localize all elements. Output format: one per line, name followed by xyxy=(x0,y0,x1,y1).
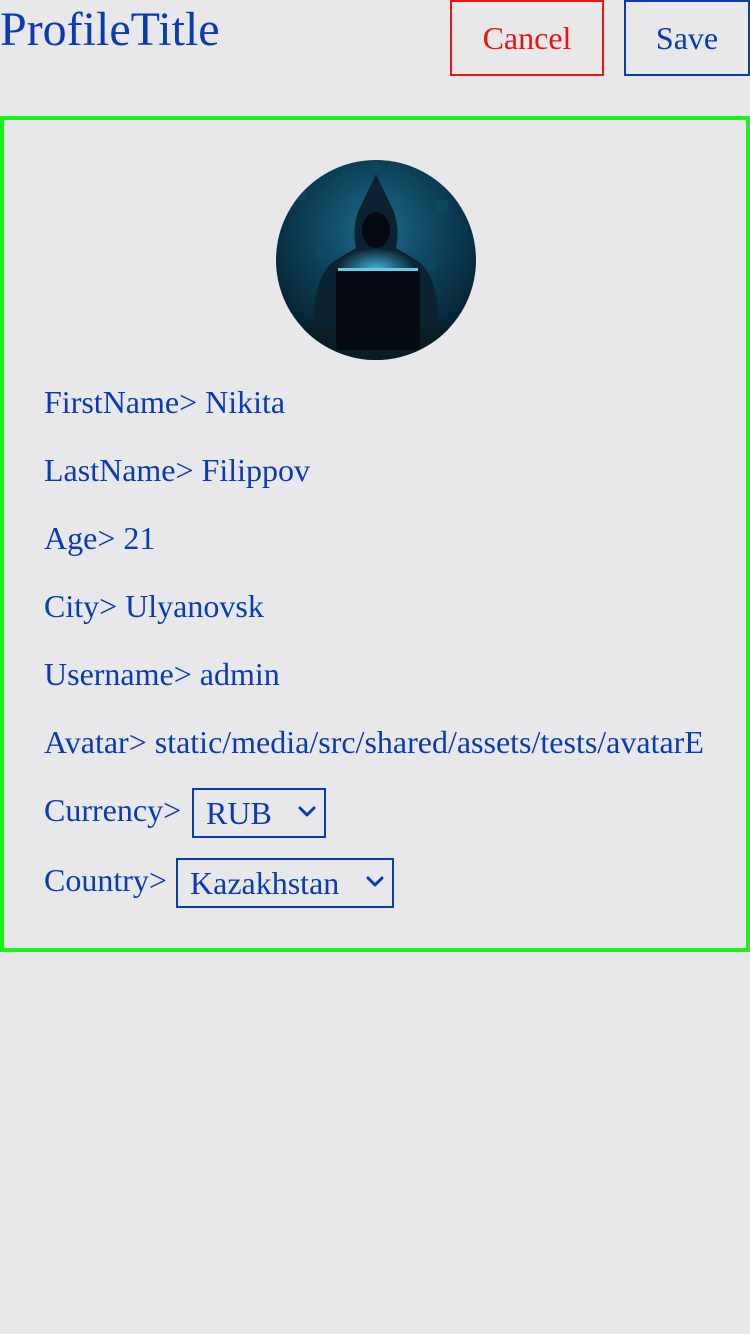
country-selected-value: Kazakhstan xyxy=(190,864,340,901)
currency-selected-value: RUB xyxy=(206,794,272,831)
username-row: Username> admin xyxy=(44,654,280,694)
city-label: City> xyxy=(44,588,118,624)
age-row: Age> 21 xyxy=(44,518,155,558)
chevron-down-icon xyxy=(298,806,316,817)
currency-select[interactable]: RUB xyxy=(192,788,326,838)
country-label: Country> xyxy=(44,862,167,898)
username-field[interactable]: admin xyxy=(200,656,280,692)
country-select[interactable]: Kazakhstan xyxy=(176,858,394,908)
last-name-label: LastName> xyxy=(44,452,194,488)
first-name-label: FirstName> xyxy=(44,384,198,420)
chevron-down-icon xyxy=(366,876,384,887)
save-button[interactable]: Save xyxy=(624,0,750,76)
city-field[interactable]: Ulyanovsk xyxy=(125,588,264,624)
currency-label: Currency> xyxy=(44,792,182,828)
avatar xyxy=(276,160,476,360)
last-name-field[interactable]: Filippov xyxy=(202,452,310,488)
avatar-image xyxy=(276,160,476,360)
avatar-label: Avatar> xyxy=(44,724,147,760)
age-field[interactable]: 21 xyxy=(123,520,155,556)
cancel-button[interactable]: Cancel xyxy=(450,0,604,76)
username-label: Username> xyxy=(44,656,192,692)
first-name-field[interactable]: Nikita xyxy=(205,384,285,420)
profile-card: FirstName> Nikita LastName> Filippov Age… xyxy=(0,116,750,952)
avatar-row: Avatar> static/media/src/shared/assets/t… xyxy=(44,722,704,762)
last-name-row: LastName> Filippov xyxy=(44,450,310,490)
first-name-row: FirstName> Nikita xyxy=(44,382,285,422)
avatar-field[interactable]: static/media/src/shared/assets/tests/ava… xyxy=(155,724,704,760)
page-title: ProfileTitle xyxy=(0,3,220,56)
age-label: Age> xyxy=(44,520,116,556)
city-row: City> Ulyanovsk xyxy=(44,586,264,626)
